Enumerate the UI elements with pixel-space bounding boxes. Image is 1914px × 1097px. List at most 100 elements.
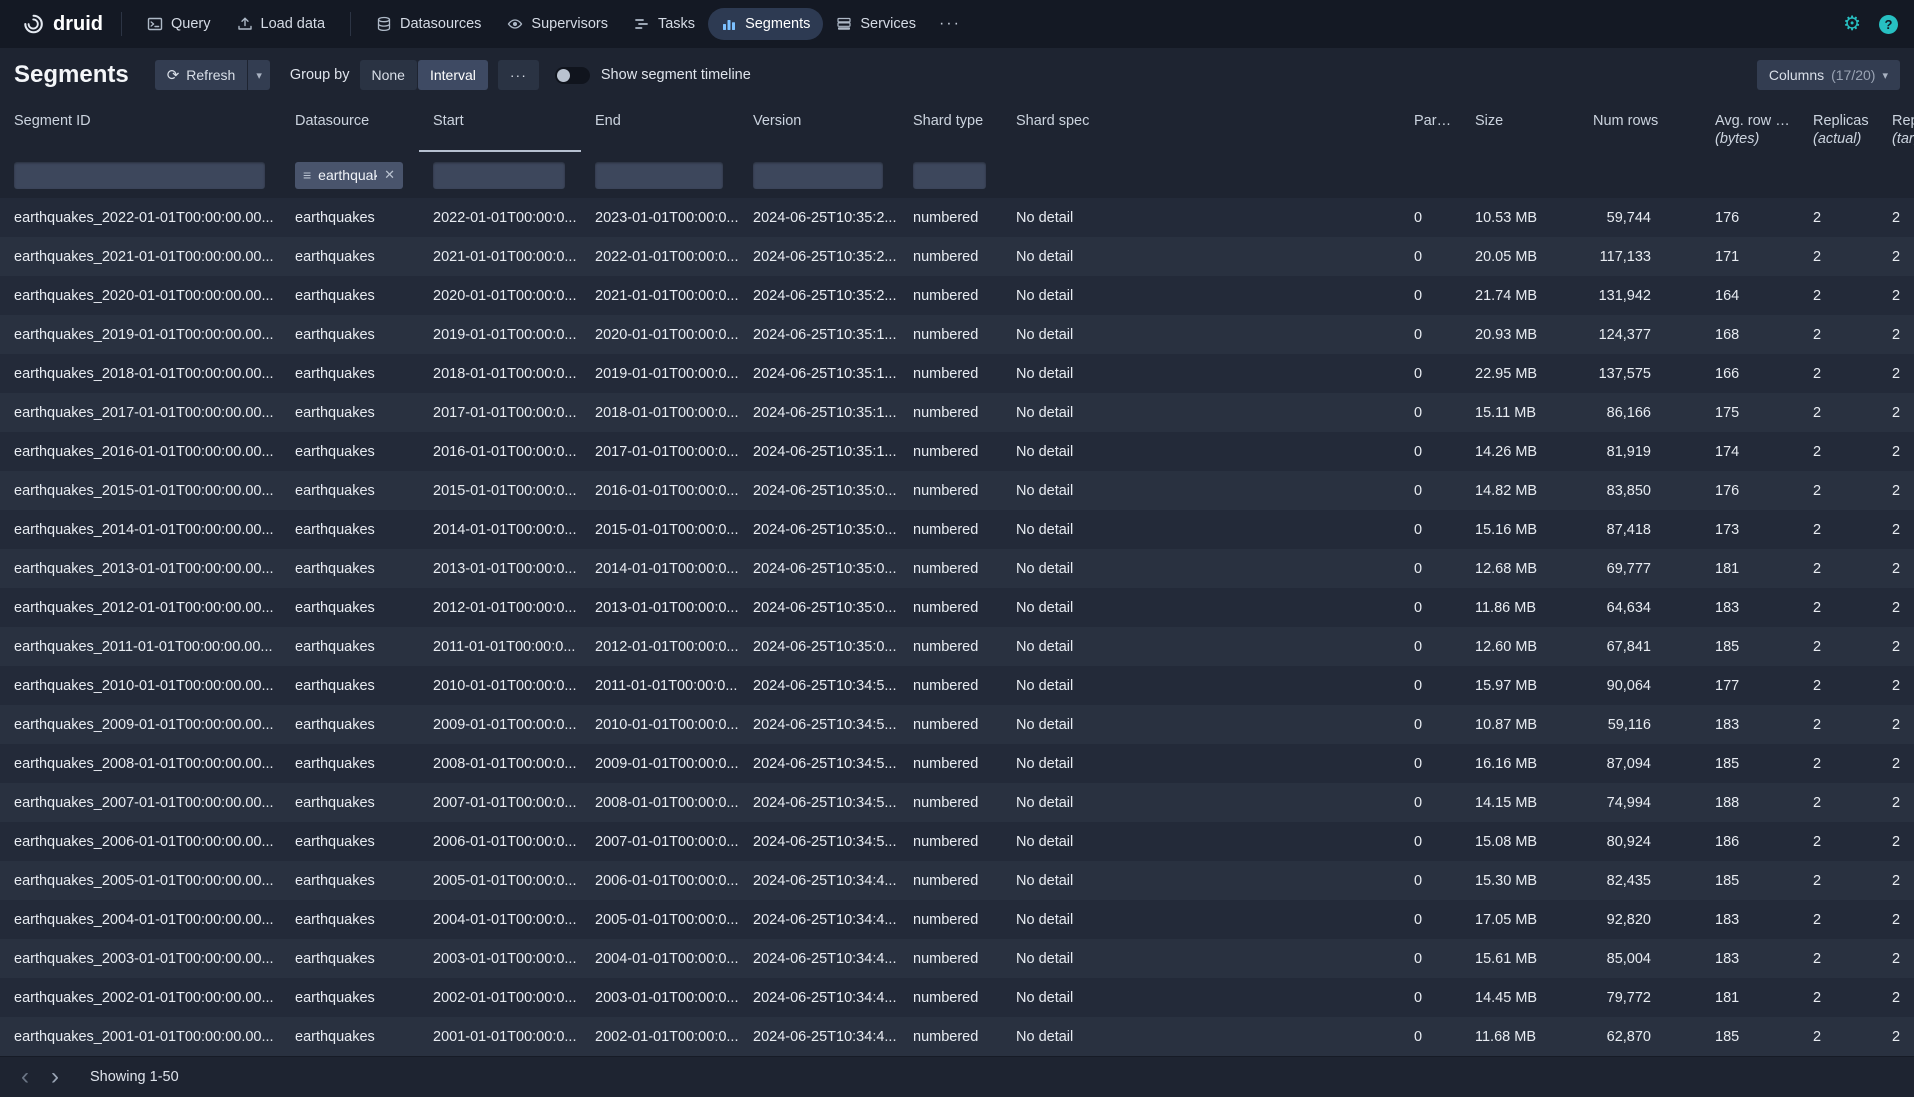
close-icon[interactable]: ✕ [384,167,395,183]
cell-partition: 0 [1400,198,1461,237]
cell-size: 12.60 MB [1461,627,1579,666]
nav-item-load-data[interactable]: Load data [224,8,339,40]
topbar-divider [121,12,122,36]
cell-replication-factor: 2 [1878,549,1914,588]
brand-name: druid [53,13,103,36]
nav-item-segments[interactable]: Segments [708,8,823,40]
table-row[interactable]: earthquakes_2002-01-01T00:00:00.00... ea… [0,978,1914,1017]
cell-start: 2021-01-01T00:00:0... [419,237,581,276]
table-row[interactable]: earthquakes_2021-01-01T00:00:00.00... ea… [0,237,1914,276]
datasource-filter-chip[interactable]: ≡ earthquakes ✕ [295,162,403,189]
column-header-replication-factor[interactable]: Replication factor(target) [1878,102,1914,152]
column-header-replicas[interactable]: Replicas(actual) [1799,102,1878,152]
refresh-interval-caret-button[interactable]: ▾ [248,60,270,90]
cell-size: 14.15 MB [1461,783,1579,822]
shard-type-filter-input[interactable] [913,162,986,189]
cell-datasource: earthquakes [281,861,419,900]
cell-num-rows: 86,166 [1579,393,1701,432]
column-header-version[interactable]: Version [739,102,899,152]
nav-item-query[interactable]: Query [134,8,224,40]
column-header-avg-row-size[interactable]: Avg. row size(bytes) [1701,102,1799,152]
table-row[interactable]: earthquakes_2017-01-01T00:00:00.00... ea… [0,393,1914,432]
table-row[interactable]: earthquakes_2018-01-01T00:00:00.00... ea… [0,354,1914,393]
segment-id-filter-input[interactable] [14,162,265,189]
nav-label: Datasources [400,16,481,32]
refresh-button[interactable]: ⟳ Refresh [155,60,248,90]
cell-shard-type: numbered [899,354,1002,393]
column-header-shard-type[interactable]: Shard type [899,102,1002,152]
table-row[interactable]: earthquakes_2011-01-01T00:00:00.00... ea… [0,627,1914,666]
cell-datasource: earthquakes [281,354,419,393]
cell-start: 2022-01-01T00:00:0... [419,198,581,237]
table-row[interactable]: earthquakes_2003-01-01T00:00:00.00... ea… [0,939,1914,978]
version-filter-input[interactable] [753,162,883,189]
cell-version: 2024-06-25T10:34:4... [739,978,899,1017]
cell-size: 10.53 MB [1461,198,1579,237]
cell-start: 2006-01-01T00:00:0... [419,822,581,861]
table-row[interactable]: earthquakes_2022-01-01T00:00:00.00... ea… [0,198,1914,237]
end-filter-input[interactable] [595,162,723,189]
table-row[interactable]: earthquakes_2005-01-01T00:00:00.00... ea… [0,861,1914,900]
table-row[interactable]: earthquakes_2012-01-01T00:00:00.00... ea… [0,588,1914,627]
cell-replication-factor: 2 [1878,315,1914,354]
nav-label: Supervisors [531,16,608,32]
nav-item-supervisors[interactable]: Supervisors [494,8,621,40]
cell-shard-type: numbered [899,744,1002,783]
cell-replication-factor: 2 [1878,900,1914,939]
nav-more-button[interactable]: ··· [929,7,971,41]
cell-datasource: earthquakes [281,627,419,666]
nav-item-tasks[interactable]: Tasks [621,8,708,40]
table-row[interactable]: earthquakes_2006-01-01T00:00:00.00... ea… [0,822,1914,861]
table-row[interactable]: earthquakes_2004-01-01T00:00:00.00... ea… [0,900,1914,939]
column-header-num-rows[interactable]: Num rows [1579,102,1701,152]
cell-avg-row-size: 177 [1701,666,1799,705]
nav-item-datasources[interactable]: Datasources [363,8,494,40]
druid-logo[interactable]: druid [16,13,109,36]
cell-end: 2004-01-01T00:00:0... [581,939,739,978]
help-icon[interactable]: ? [1879,15,1898,34]
table-row[interactable]: earthquakes_2010-01-01T00:00:00.00... ea… [0,666,1914,705]
table-row[interactable]: earthquakes_2016-01-01T00:00:00.00... ea… [0,432,1914,471]
table-row[interactable]: earthquakes_2015-01-01T00:00:00.00... ea… [0,471,1914,510]
column-header-shard-spec[interactable]: Shard spec [1002,102,1400,152]
table-row[interactable]: earthquakes_2013-01-01T00:00:00.00... ea… [0,549,1914,588]
cell-partition: 0 [1400,393,1461,432]
group-by-none-button[interactable]: None [360,60,417,90]
table-row[interactable]: earthquakes_2009-01-01T00:00:00.00... ea… [0,705,1914,744]
datasources-icon [376,16,392,32]
cell-segment-id: earthquakes_2001-01-01T00:00:00.00... [0,1017,281,1056]
nav-item-services[interactable]: Services [823,8,929,40]
cell-size: 20.05 MB [1461,237,1579,276]
cell-replication-factor: 2 [1878,705,1914,744]
cell-size: 11.68 MB [1461,1017,1579,1056]
column-header-size[interactable]: Size [1461,102,1579,152]
column-header-datasource[interactable]: Datasource [281,102,419,152]
group-by-interval-button[interactable]: Interval [418,60,488,90]
cell-start: 2004-01-01T00:00:0... [419,900,581,939]
refresh-label: Refresh [186,67,235,83]
table-row[interactable]: earthquakes_2014-01-01T00:00:00.00... ea… [0,510,1914,549]
column-header-end[interactable]: End [581,102,739,152]
column-header-partition[interactable]: Partition [1400,102,1461,152]
previous-page-button[interactable]: ‹ [10,1062,40,1092]
cell-num-rows: 74,994 [1579,783,1701,822]
more-icon: ··· [510,67,527,83]
table-row[interactable]: earthquakes_2007-01-01T00:00:00.00... ea… [0,783,1914,822]
cell-start: 2009-01-01T00:00:0... [419,705,581,744]
cell-segment-id: earthquakes_2011-01-01T00:00:00.00... [0,627,281,666]
segment-timeline-toggle[interactable] [555,67,590,84]
more-actions-button[interactable]: ··· [498,60,539,90]
table-row[interactable]: earthquakes_2008-01-01T00:00:00.00... ea… [0,744,1914,783]
cell-shard-spec: No detail [1002,900,1400,939]
cell-replication-factor: 2 [1878,510,1914,549]
table-row[interactable]: earthquakes_2019-01-01T00:00:00.00... ea… [0,315,1914,354]
columns-button[interactable]: Columns (17/20) ▾ [1757,60,1900,90]
column-header-start[interactable]: Start [419,102,581,152]
start-filter-input[interactable] [433,162,565,189]
column-header-segment-id[interactable]: Segment ID [0,102,281,152]
cell-num-rows: 87,094 [1579,744,1701,783]
settings-gear-icon[interactable]: ⚙ [1843,14,1861,34]
table-row[interactable]: earthquakes_2020-01-01T00:00:00.00... ea… [0,276,1914,315]
next-page-button[interactable]: › [40,1062,70,1092]
table-row[interactable]: earthquakes_2001-01-01T00:00:00.00... ea… [0,1017,1914,1056]
